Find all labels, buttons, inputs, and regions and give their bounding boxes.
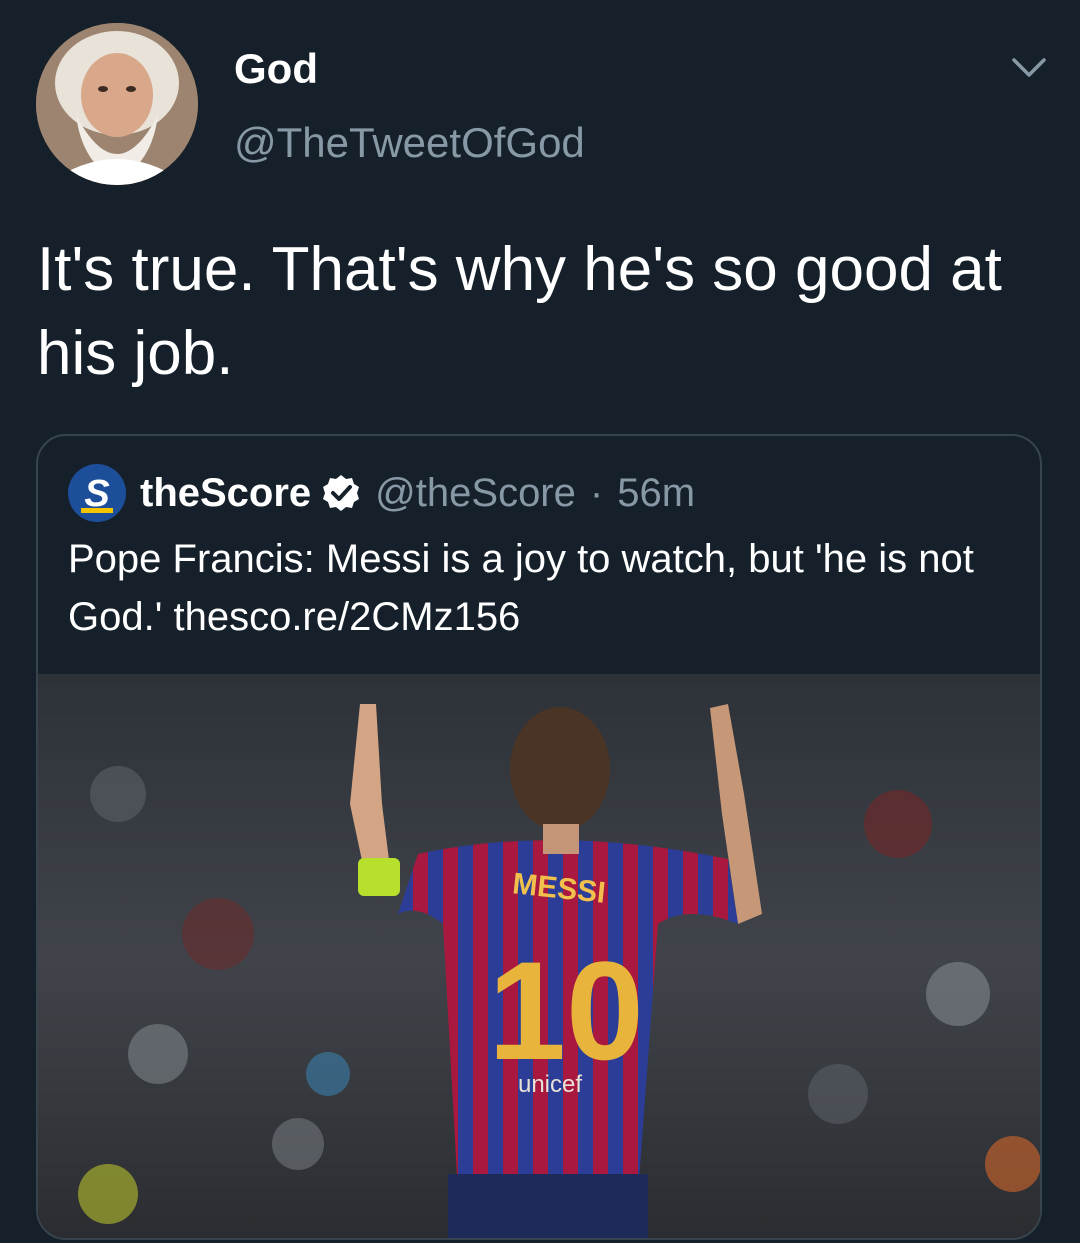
- tweet-text: It's true. That's why he's so good at hi…: [37, 235, 1002, 388]
- verified-badge-icon: [323, 475, 360, 511]
- quoted-tweet-header: S theScore @theScore · 56m: [68, 464, 695, 522]
- timestamp[interactable]: 56m: [617, 471, 695, 516]
- jersey-number: 10: [488, 932, 644, 1089]
- display-name[interactable]: God: [234, 44, 318, 94]
- jersey-sponsor: unicef: [518, 1071, 582, 1098]
- quoted-handle[interactable]: @theScore: [375, 471, 576, 516]
- messi-celebration-photo: MESSI 10 unicef: [38, 674, 1040, 1238]
- separator-dot: ·: [589, 470, 604, 515]
- user-handle[interactable]: @TheTweetOfGod: [234, 118, 585, 168]
- thescore-logo[interactable]: S: [68, 464, 126, 522]
- quoted-tweet[interactable]: S theScore @theScore · 56m Pope Francis:…: [36, 434, 1042, 1240]
- quoted-tweet-text: Pope Francis: Messi is a joy to watch, b…: [68, 537, 974, 639]
- quoted-media-image[interactable]: MESSI 10 unicef: [38, 674, 1040, 1238]
- avatar-image: [36, 23, 198, 185]
- avatar[interactable]: [36, 23, 198, 185]
- chevron-down-icon[interactable]: [1008, 50, 1050, 84]
- quoted-display-name[interactable]: theScore: [140, 471, 311, 516]
